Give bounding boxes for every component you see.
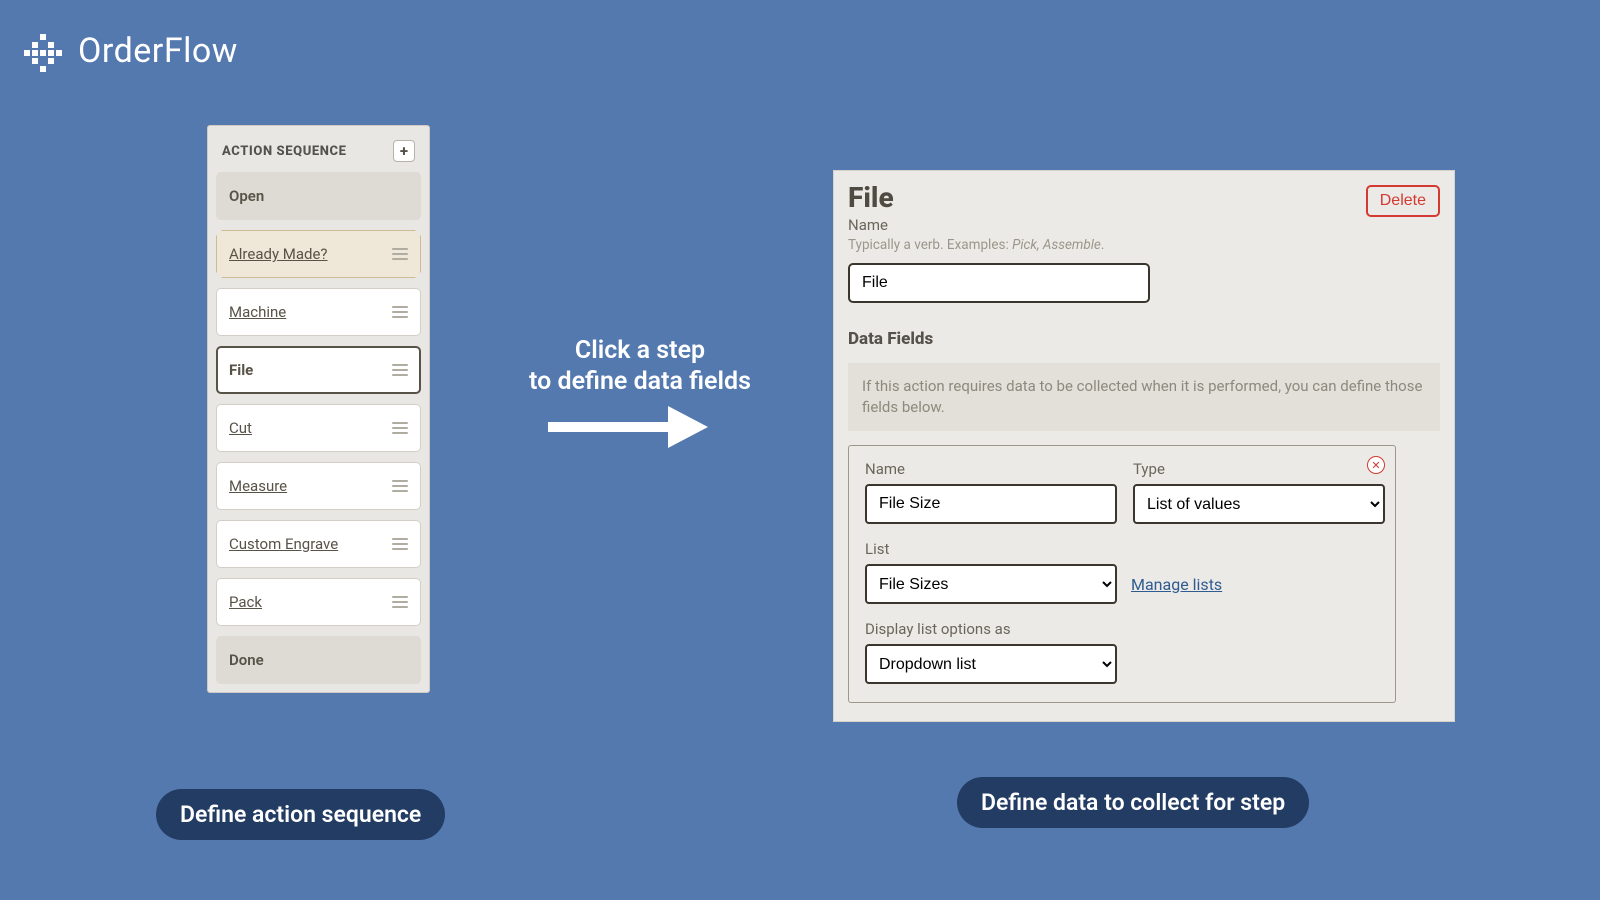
- caption-define-sequence: Define action sequence: [156, 789, 445, 840]
- drag-handle-icon[interactable]: [392, 480, 408, 492]
- drag-handle-icon[interactable]: [392, 248, 408, 260]
- step-name-input[interactable]: [848, 263, 1150, 303]
- action-sequence-header: ACTION SEQUENCE +: [216, 134, 421, 172]
- drag-handle-icon[interactable]: [392, 422, 408, 434]
- arrow-right-icon: [548, 412, 718, 442]
- close-icon: ✕: [1371, 459, 1380, 472]
- name-field-label: Name: [848, 216, 1104, 234]
- step-title: File: [848, 181, 1104, 214]
- sequence-step-open[interactable]: Open: [216, 172, 421, 220]
- drag-handle-icon[interactable]: [392, 538, 408, 550]
- sequence-step-label: Custom Engrave: [229, 535, 338, 553]
- sequence-step-already-made[interactable]: Already Made?: [216, 230, 421, 278]
- manage-lists-link[interactable]: Manage lists: [1131, 575, 1222, 604]
- field-list-label: List: [865, 540, 1117, 558]
- name-field-hint: Typically a verb. Examples: Pick, Assemb…: [848, 237, 1104, 253]
- field-type-select[interactable]: List of values: [1133, 484, 1385, 524]
- add-step-button[interactable]: +: [393, 140, 415, 162]
- field-name-input[interactable]: [865, 484, 1117, 524]
- action-sequence-title: ACTION SEQUENCE: [222, 144, 347, 159]
- field-display-select[interactable]: Dropdown list: [865, 644, 1117, 684]
- caption-define-data: Define data to collect for step: [957, 777, 1309, 828]
- data-fields-info: If this action requires data to be colle…: [848, 363, 1440, 431]
- sequence-step-label: File: [229, 361, 253, 379]
- instruction-line-1: Click a step: [575, 336, 705, 365]
- sequence-step-measure[interactable]: Measure: [216, 462, 421, 510]
- drag-handle-icon[interactable]: [392, 306, 408, 318]
- sequence-step-custom-engrave[interactable]: Custom Engrave: [216, 520, 421, 568]
- sequence-step-label: Pack: [229, 593, 262, 611]
- app-logo: OrderFlow: [22, 30, 238, 72]
- sequence-step-label: Measure: [229, 477, 287, 495]
- instruction-line-2: to define data fields: [529, 367, 751, 396]
- sequence-step-file[interactable]: File: [216, 346, 421, 394]
- app-name: OrderFlow: [78, 31, 238, 71]
- sequence-step-done[interactable]: Done: [216, 636, 421, 684]
- sequence-step-label: Done: [229, 651, 264, 669]
- drag-handle-icon[interactable]: [392, 596, 408, 608]
- action-sequence-panel: ACTION SEQUENCE + Open Already Made? Mac…: [207, 125, 430, 693]
- drag-handle-icon[interactable]: [392, 364, 408, 376]
- logo-mark-icon: [22, 30, 64, 72]
- remove-field-button[interactable]: ✕: [1367, 456, 1385, 474]
- sequence-step-label: Machine: [229, 303, 286, 321]
- sequence-step-label: Open: [229, 187, 264, 205]
- sequence-step-pack[interactable]: Pack: [216, 578, 421, 626]
- field-list-select[interactable]: File Sizes: [865, 564, 1117, 604]
- delete-step-button[interactable]: Delete: [1366, 185, 1440, 217]
- instruction-annotation: Click a step to define data fields: [520, 335, 760, 398]
- step-detail-panel: File Name Typically a verb. Examples: Pi…: [833, 170, 1455, 722]
- data-fields-heading: Data Fields: [848, 329, 1440, 349]
- data-field-card: ✕ Name Type List of values List File Siz…: [848, 445, 1396, 703]
- sequence-step-label: Already Made?: [229, 245, 328, 263]
- field-type-label: Type: [1133, 460, 1385, 478]
- sequence-step-cut[interactable]: Cut: [216, 404, 421, 452]
- sequence-step-label: Cut: [229, 419, 252, 437]
- sequence-step-machine[interactable]: Machine: [216, 288, 421, 336]
- field-name-label: Name: [865, 460, 1117, 478]
- field-display-label: Display list options as: [865, 620, 1379, 638]
